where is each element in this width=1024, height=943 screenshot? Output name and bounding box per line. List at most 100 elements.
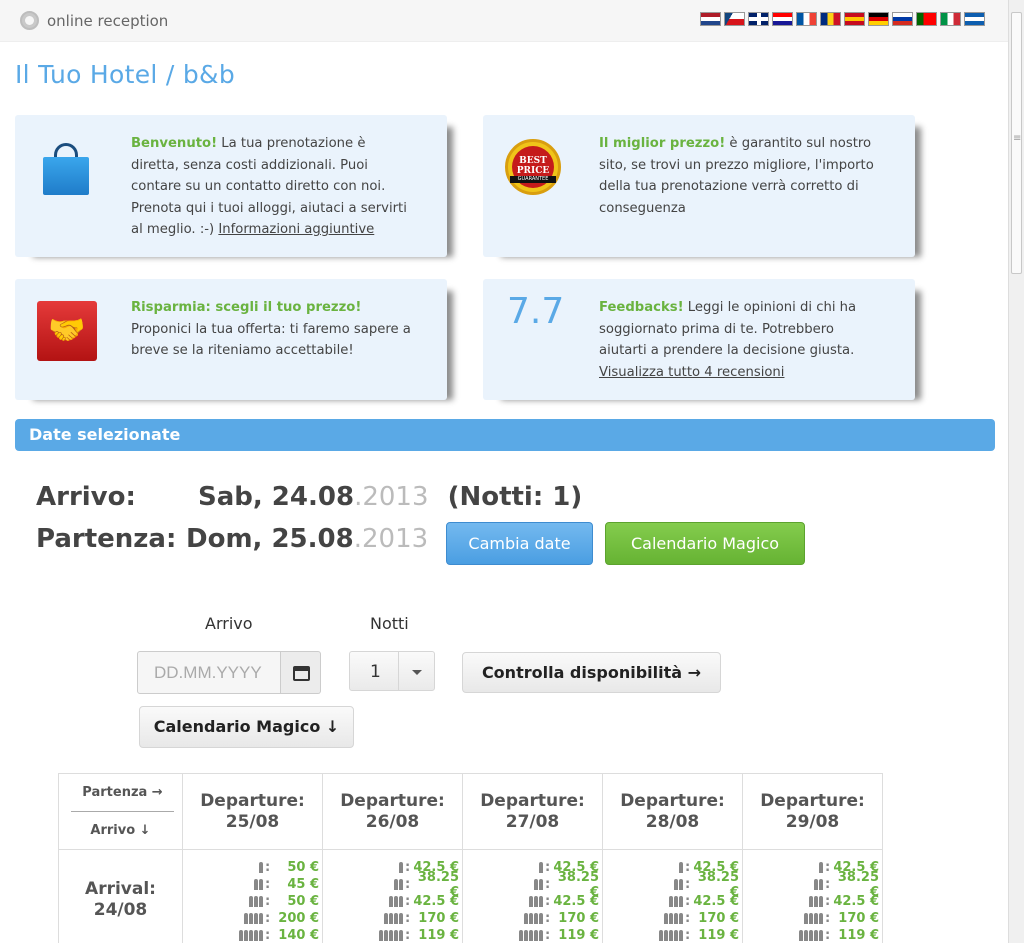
price-option[interactable]: :38.25 € [773, 870, 882, 900]
nights-select-value: 1 [370, 662, 381, 682]
column-header: Departure: 26/08 [322, 773, 463, 850]
guests-icon [213, 862, 265, 873]
column-header: Departure: 28/08 [602, 773, 743, 850]
guests-icon [353, 896, 405, 907]
magic-calendar-button[interactable]: Calendario Magico [605, 522, 805, 565]
price-option[interactable]: :119 € [773, 927, 882, 943]
price-value: 170 € [698, 911, 739, 926]
price-cell[interactable]: :42.5 €:38.25 €:42.5 €:170 €:119 € [742, 849, 883, 943]
table-header-row: Partenza → Arrivo ↓ Departure: 25/08 Dep… [58, 773, 883, 850]
flag-ro-icon[interactable] [820, 12, 841, 26]
calendar-icon [293, 666, 310, 681]
price-option[interactable]: :170 € [353, 910, 462, 927]
welcome-text: Benvenuto! La tua prenotazione è diretta… [131, 133, 417, 241]
price-option[interactable]: :38.25 € [493, 870, 602, 900]
guests-icon [213, 913, 265, 924]
price-option[interactable]: :170 € [493, 910, 602, 927]
arrival-summary-label: Arrivo: [36, 482, 136, 512]
price-option[interactable]: :170 € [633, 910, 742, 927]
scrollbar-thumb[interactable] [1011, 12, 1022, 274]
flag-nl-icon[interactable] [700, 12, 721, 26]
feedback-text: Feedbacks! Leggi le opinioni di chi ha s… [599, 297, 885, 383]
more-info-link[interactable]: Informazioni aggiuntive [218, 222, 374, 237]
guests-icon [633, 913, 685, 924]
price-option[interactable]: :119 € [633, 927, 742, 943]
price-option[interactable]: :38.25 € [633, 870, 742, 900]
price-option[interactable]: :45 € [213, 876, 322, 893]
nights-select[interactable]: 1 [349, 651, 435, 691]
guests-icon [773, 913, 825, 924]
flag-hr-icon[interactable] [772, 12, 793, 26]
price-option[interactable]: :42.5 € [493, 893, 602, 910]
flag-ru-icon[interactable] [892, 12, 913, 26]
price-option[interactable]: :200 € [213, 910, 322, 927]
flag-it-icon[interactable] [940, 12, 961, 26]
departure-summary: Partenza: Dom, 25.08.2013 [36, 524, 428, 554]
price-option[interactable]: :42.5 € [633, 893, 742, 910]
price-value: 42.5 € [553, 894, 599, 909]
rating-score: 7.7 [507, 291, 565, 332]
flag-en-icon[interactable] [748, 12, 769, 26]
guests-icon [773, 862, 825, 873]
column-header: Departure: 25/08 [182, 773, 323, 850]
price-value: 119 € [418, 928, 459, 943]
globe-icon [20, 11, 39, 30]
guests-icon [493, 879, 545, 890]
price-cell[interactable]: :42.5 €:38.25 €:42.5 €:170 €:119 € [462, 849, 603, 943]
all-reviews-link[interactable]: Visualizza tutto 4 recensioni [599, 365, 784, 380]
flag-pt-icon[interactable] [916, 12, 937, 26]
flag-de-icon[interactable] [868, 12, 889, 26]
row-header: Arrival: 24/08 [58, 849, 183, 943]
flag-cs-icon[interactable] [724, 12, 745, 26]
price-option[interactable]: :140 € [213, 927, 322, 943]
flag-el-icon[interactable] [964, 12, 985, 26]
price-option[interactable]: :50 € [213, 893, 322, 910]
magic-calendar-toggle-button[interactable]: Calendario Magico ↓ [139, 706, 354, 748]
price-cell[interactable]: :50 €:45 €:50 €:200 €:140 € [182, 849, 323, 943]
change-dates-button[interactable]: Cambia date [446, 522, 593, 565]
arrival-date-input[interactable]: DD.MM.YYYY [137, 651, 281, 694]
price-value: 170 € [838, 911, 879, 926]
price-option[interactable]: :170 € [773, 910, 882, 927]
save-card: 🤝 Risparmia: scegli il tuo prezzo! Propon… [15, 279, 447, 400]
guests-icon [353, 913, 405, 924]
shopping-bag-icon [43, 143, 89, 195]
arrival-field-label: Arrivo [205, 614, 253, 633]
corner-departure-label: Partenza → [71, 782, 174, 812]
price-value: 45 € [287, 877, 319, 892]
guests-icon [493, 930, 545, 941]
handshake-icon: 🤝 [37, 301, 97, 361]
check-availability-button[interactable]: Controlla disponibilità → [462, 652, 721, 693]
scrollbar[interactable] [1008, 0, 1024, 943]
calendar-button[interactable] [281, 651, 321, 694]
price-option[interactable]: :42.5 € [353, 893, 462, 910]
guests-icon [493, 913, 545, 924]
guests-icon [633, 879, 685, 890]
welcome-card: Benvenuto! La tua prenotazione è diretta… [15, 115, 447, 257]
price-option[interactable]: :119 € [493, 927, 602, 943]
price-cell[interactable]: :42.5 €:38.25 €:42.5 €:170 €:119 € [602, 849, 743, 943]
price-option[interactable]: :50 € [213, 859, 322, 876]
flag-fr-icon[interactable] [796, 12, 817, 26]
table-corner: Partenza → Arrivo ↓ [58, 773, 183, 850]
guests-icon [633, 930, 685, 941]
price-option[interactable]: :42.5 € [773, 893, 882, 910]
departure-summary-year: .2013 [353, 524, 429, 554]
guests-icon [773, 896, 825, 907]
feedback-lead: Feedbacks! [599, 300, 684, 315]
chevron-down-icon [412, 670, 422, 675]
departure-summary-date: Dom, 25.08 [186, 524, 354, 554]
arrival-summary-date: Sab, 24.08 [198, 482, 355, 512]
guests-icon [773, 930, 825, 941]
price-value: 200 € [278, 911, 319, 926]
price-cell[interactable]: :42.5 €:38.25 €:42.5 €:170 €:119 € [322, 849, 463, 943]
price-option[interactable]: :38.25 € [353, 870, 462, 900]
guests-icon [633, 896, 685, 907]
flag-es-icon[interactable] [844, 12, 865, 26]
price-option[interactable]: :119 € [353, 927, 462, 943]
price-value: 42.5 € [413, 894, 459, 909]
availability-table: Partenza → Arrivo ↓ Departure: 25/08 Dep… [58, 773, 883, 943]
welcome-lead: Benvenuto! [131, 136, 218, 151]
brand-label: online reception [47, 12, 169, 30]
guests-icon [493, 862, 545, 873]
